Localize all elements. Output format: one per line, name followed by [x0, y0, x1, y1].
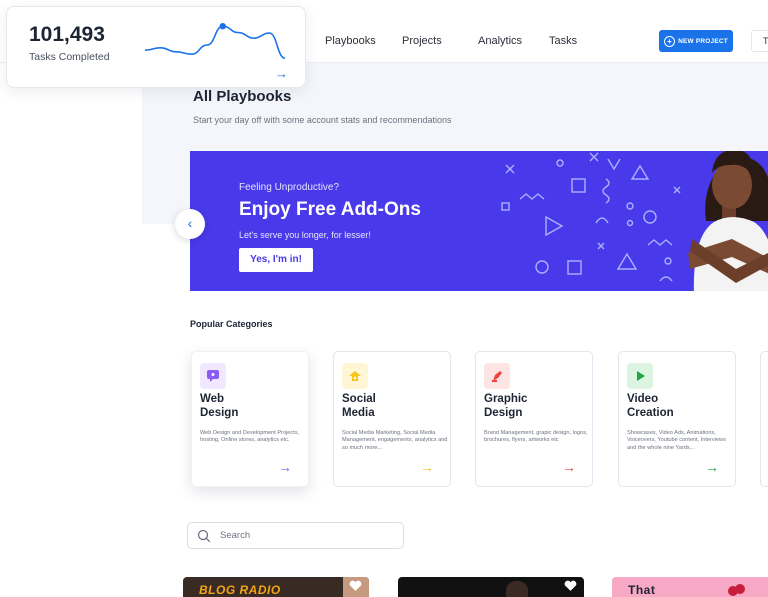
heart-icon[interactable]	[349, 580, 362, 592]
category-title: Social Media	[342, 393, 376, 419]
playbook-thumbnail[interactable]: That	[612, 577, 768, 597]
chat-bubble-icon	[200, 363, 226, 389]
plus-circle-icon: +	[664, 35, 676, 47]
category-card-social-media[interactable]: Social Media Social Media Marketing, Soc…	[333, 351, 451, 487]
category-title: Video Creation	[627, 393, 674, 419]
thumbnail-text: That	[628, 583, 656, 597]
stats-value: 101,493	[29, 23, 105, 46]
woman-illustration	[688, 151, 768, 291]
new-project-button[interactable]: + NEW PROJECT	[659, 30, 733, 52]
banner-subtext: Let's serve you longer, for lesser!	[239, 230, 371, 240]
stats-label: Tasks Completed	[29, 51, 110, 63]
playbook-thumbnail[interactable]	[398, 577, 584, 597]
category-title: Graphic Design	[484, 393, 528, 419]
playbook-thumbnail[interactable]: BLOG RADIO	[183, 577, 369, 597]
flower-icon	[728, 584, 745, 596]
banner-heading: Enjoy Free Add-Ons	[239, 199, 421, 220]
search-input[interactable]	[220, 527, 390, 544]
stats-card: 101,493 Tasks Completed →	[6, 6, 306, 88]
category-title: Web Design	[200, 393, 239, 419]
arrow-right-icon[interactable]: →	[275, 67, 288, 80]
category-card-graphic-design[interactable]: Graphic Design Brand Management, grapic …	[475, 351, 593, 487]
category-card-partial[interactable]	[760, 351, 768, 487]
decorative-shapes	[501, 152, 681, 282]
truncated-button[interactable]: T	[751, 30, 768, 52]
nav-link-playbooks[interactable]: Playbooks	[325, 35, 376, 47]
category-description: Web Design and Development Projects, hos…	[200, 430, 300, 444]
category-description: Showcases, Video Ads, Animations, Voiceo…	[627, 430, 726, 451]
category-card-video-creation[interactable]: Video Creation Showcases, Video Ads, Ani…	[618, 351, 736, 487]
arrow-right-icon[interactable]: →	[705, 460, 719, 474]
pen-tool-icon	[484, 363, 510, 389]
nav-link-tasks[interactable]: Tasks	[549, 35, 577, 47]
new-project-label: NEW PROJECT	[678, 37, 728, 45]
heart-icon[interactable]	[564, 580, 577, 592]
search-icon	[197, 529, 211, 543]
sparkline-line	[144, 25, 286, 59]
nav-link-projects[interactable]: Projects	[402, 35, 442, 47]
page-title: All Playbooks	[193, 88, 292, 105]
play-icon	[627, 363, 653, 389]
category-card-web-design[interactable]: Web Design Web Design and Development Pr…	[191, 351, 309, 487]
sparkline-highlight-point	[219, 23, 226, 30]
page-subtitle: Start your day off with some account sta…	[193, 115, 452, 125]
arrow-right-icon[interactable]: →	[562, 460, 576, 474]
carousel-prev-button[interactable]: ‹	[175, 209, 205, 239]
sparkline-chart	[144, 23, 286, 59]
search-box	[187, 522, 404, 549]
category-description: Brand Management, grapic design, logos, …	[484, 430, 588, 444]
megaphone-icon	[342, 363, 368, 389]
section-title: Popular Categories	[190, 319, 273, 329]
promo-banner: Feeling Unproductive? Enjoy Free Add-Ons…	[190, 151, 768, 291]
banner-eyebrow: Feeling Unproductive?	[239, 182, 340, 193]
category-description: Social Media Marketing, Social Media Man…	[342, 430, 448, 451]
thumbnail-text: BLOG RADIO	[199, 583, 281, 597]
banner-cta-button[interactable]: Yes, I'm in!	[239, 248, 313, 272]
nav-link-analytics[interactable]: Analytics	[478, 35, 522, 47]
arrow-right-icon[interactable]: →	[278, 460, 292, 474]
arrow-right-icon[interactable]: →	[420, 460, 434, 474]
